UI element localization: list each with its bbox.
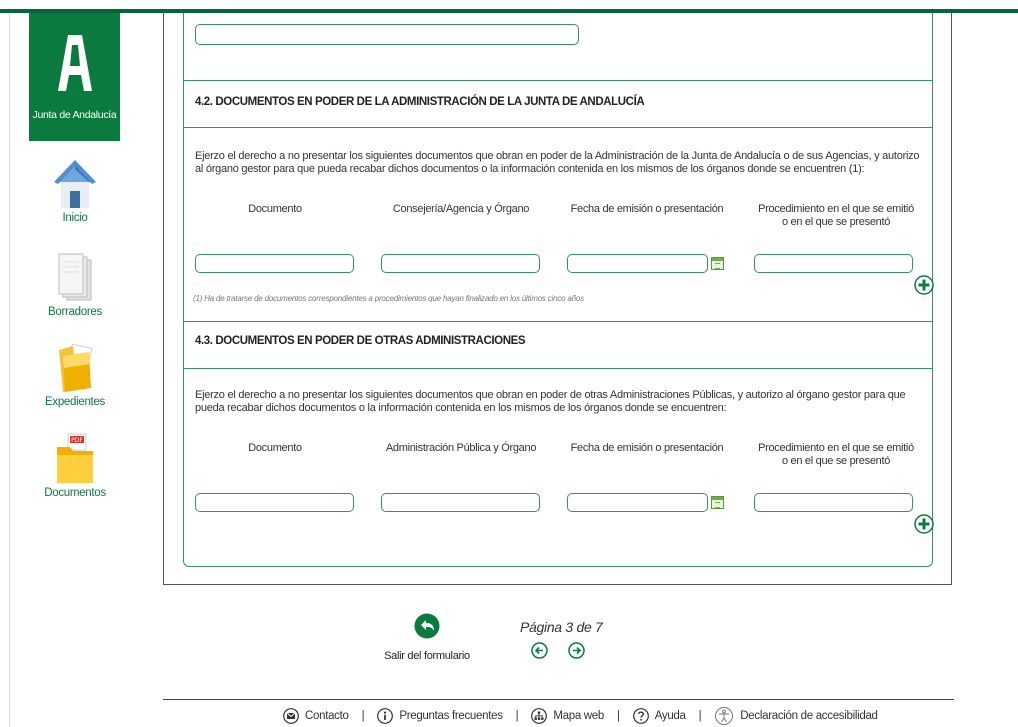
help-icon — [632, 708, 649, 724]
divider — [184, 368, 932, 369]
info-icon — [377, 708, 394, 724]
procedimiento-input[interactable] — [754, 493, 913, 512]
divider — [184, 321, 932, 322]
column-header-documento: Documento — [248, 442, 302, 454]
footer-separator: | — [515, 710, 519, 722]
sidebar-item-expedientes[interactable]: Expedientes — [30, 342, 120, 408]
sidebar-item-label: Inicio — [62, 212, 88, 224]
sidebar-item-label: Borradores — [48, 306, 102, 318]
procedimiento-input[interactable] — [754, 254, 913, 273]
section-4-2-paragraph: Ejerzo el derecho a no presentar los sig… — [195, 150, 920, 175]
documento-input[interactable] — [195, 493, 354, 512]
section-4-3-paragraph: Ejerzo el derecho a no presentar los sig… — [195, 389, 906, 414]
sidebar-item-borradores[interactable]: Borradores — [30, 252, 120, 318]
sidebar-item-label: Documentos — [44, 487, 106, 499]
footer-separator: | — [698, 710, 702, 722]
footer-link-label: Contacto — [305, 710, 349, 722]
footer-links: Contacto | Preguntas frecuentes | Mapa w… — [283, 705, 878, 727]
column-header-administracion: Administración Pública y Órgano — [385, 442, 537, 454]
column-header-fecha: Fecha de emisión o presentación — [570, 442, 724, 454]
page-indicator: Página 3 de 7 — [520, 619, 603, 635]
calendar-icon[interactable] — [711, 257, 724, 270]
sitemap-icon — [531, 708, 548, 724]
svg-text:PDF: PDF — [71, 437, 83, 444]
footer-link-contacto[interactable]: Contacto — [283, 708, 349, 724]
column-header-consejeria: Consejería/Agencia y Órgano — [392, 203, 530, 215]
add-row-icon[interactable] — [914, 514, 934, 534]
documento-input[interactable] — [195, 254, 354, 273]
footer-link-preguntas[interactable]: Preguntas frecuentes — [377, 708, 503, 724]
footer-divider — [163, 699, 954, 700]
folder-icon — [59, 343, 93, 392]
section-4-2-note: (1) Ha de tratarse de documentos corresp… — [193, 294, 584, 303]
administracion-input[interactable] — [381, 493, 540, 512]
footer-link-label: Ayuda — [654, 710, 686, 722]
junta-logo-text: Junta de Andalucía — [32, 109, 117, 121]
column-header-procedimiento: Procedimiento en el que se emitió o en e… — [758, 442, 914, 467]
left-border — [9, 13, 10, 727]
sidebar-item-documentos[interactable]: PDF Documentos — [30, 433, 120, 499]
footer-link-accesibilidad[interactable]: Declaración de accesibilidad — [714, 706, 878, 726]
footer-separator: | — [617, 710, 620, 722]
sidebar-item-inicio[interactable]: Inicio — [30, 160, 120, 224]
drafts-icon — [58, 253, 92, 301]
column-header-procedimiento: Procedimiento en el que se emitió o en e… — [758, 203, 914, 228]
divider — [184, 127, 932, 128]
footer-link-label: Declaración de accesibilidad — [740, 710, 878, 722]
accessibility-icon — [715, 707, 734, 725]
pdf-folder-icon: PDF — [57, 433, 93, 483]
exit-form-label[interactable]: Salir del formulario — [380, 650, 474, 662]
fecha-input[interactable] — [567, 493, 708, 512]
junta-logo-mark — [58, 35, 92, 91]
exit-form-icon[interactable] — [414, 613, 440, 639]
divider — [184, 80, 932, 81]
add-row-icon[interactable] — [914, 275, 934, 295]
fecha-input[interactable] — [567, 254, 708, 273]
footer-link-mapa-web[interactable]: Mapa web — [531, 708, 604, 724]
junta-logo[interactable]: Junta de Andalucía — [29, 13, 120, 141]
calendar-icon[interactable] — [711, 496, 724, 509]
consejeria-input[interactable] — [381, 254, 540, 273]
footer-separator: | — [361, 710, 365, 722]
previous-page-icon[interactable] — [531, 642, 548, 659]
footer-link-ayuda[interactable]: Ayuda — [632, 708, 686, 724]
column-header-fecha: Fecha de emisión o presentación — [570, 203, 724, 215]
mail-icon — [283, 708, 299, 724]
footer-link-label: Preguntas frecuentes — [399, 710, 503, 722]
section-4-3-title: 4.3. DOCUMENTOS EN PODER DE OTRAS ADMINI… — [195, 335, 526, 347]
section-4-2-title: 4.2. DOCUMENTOS EN PODER DE LA ADMINISTR… — [195, 96, 645, 108]
home-icon — [54, 160, 96, 208]
footer-link-label: Mapa web — [553, 710, 605, 722]
previous-section-input[interactable] — [195, 24, 579, 45]
next-page-icon[interactable] — [568, 642, 585, 659]
sidebar-item-label: Expedientes — [45, 396, 105, 408]
column-header-documento: Documento — [248, 203, 302, 215]
